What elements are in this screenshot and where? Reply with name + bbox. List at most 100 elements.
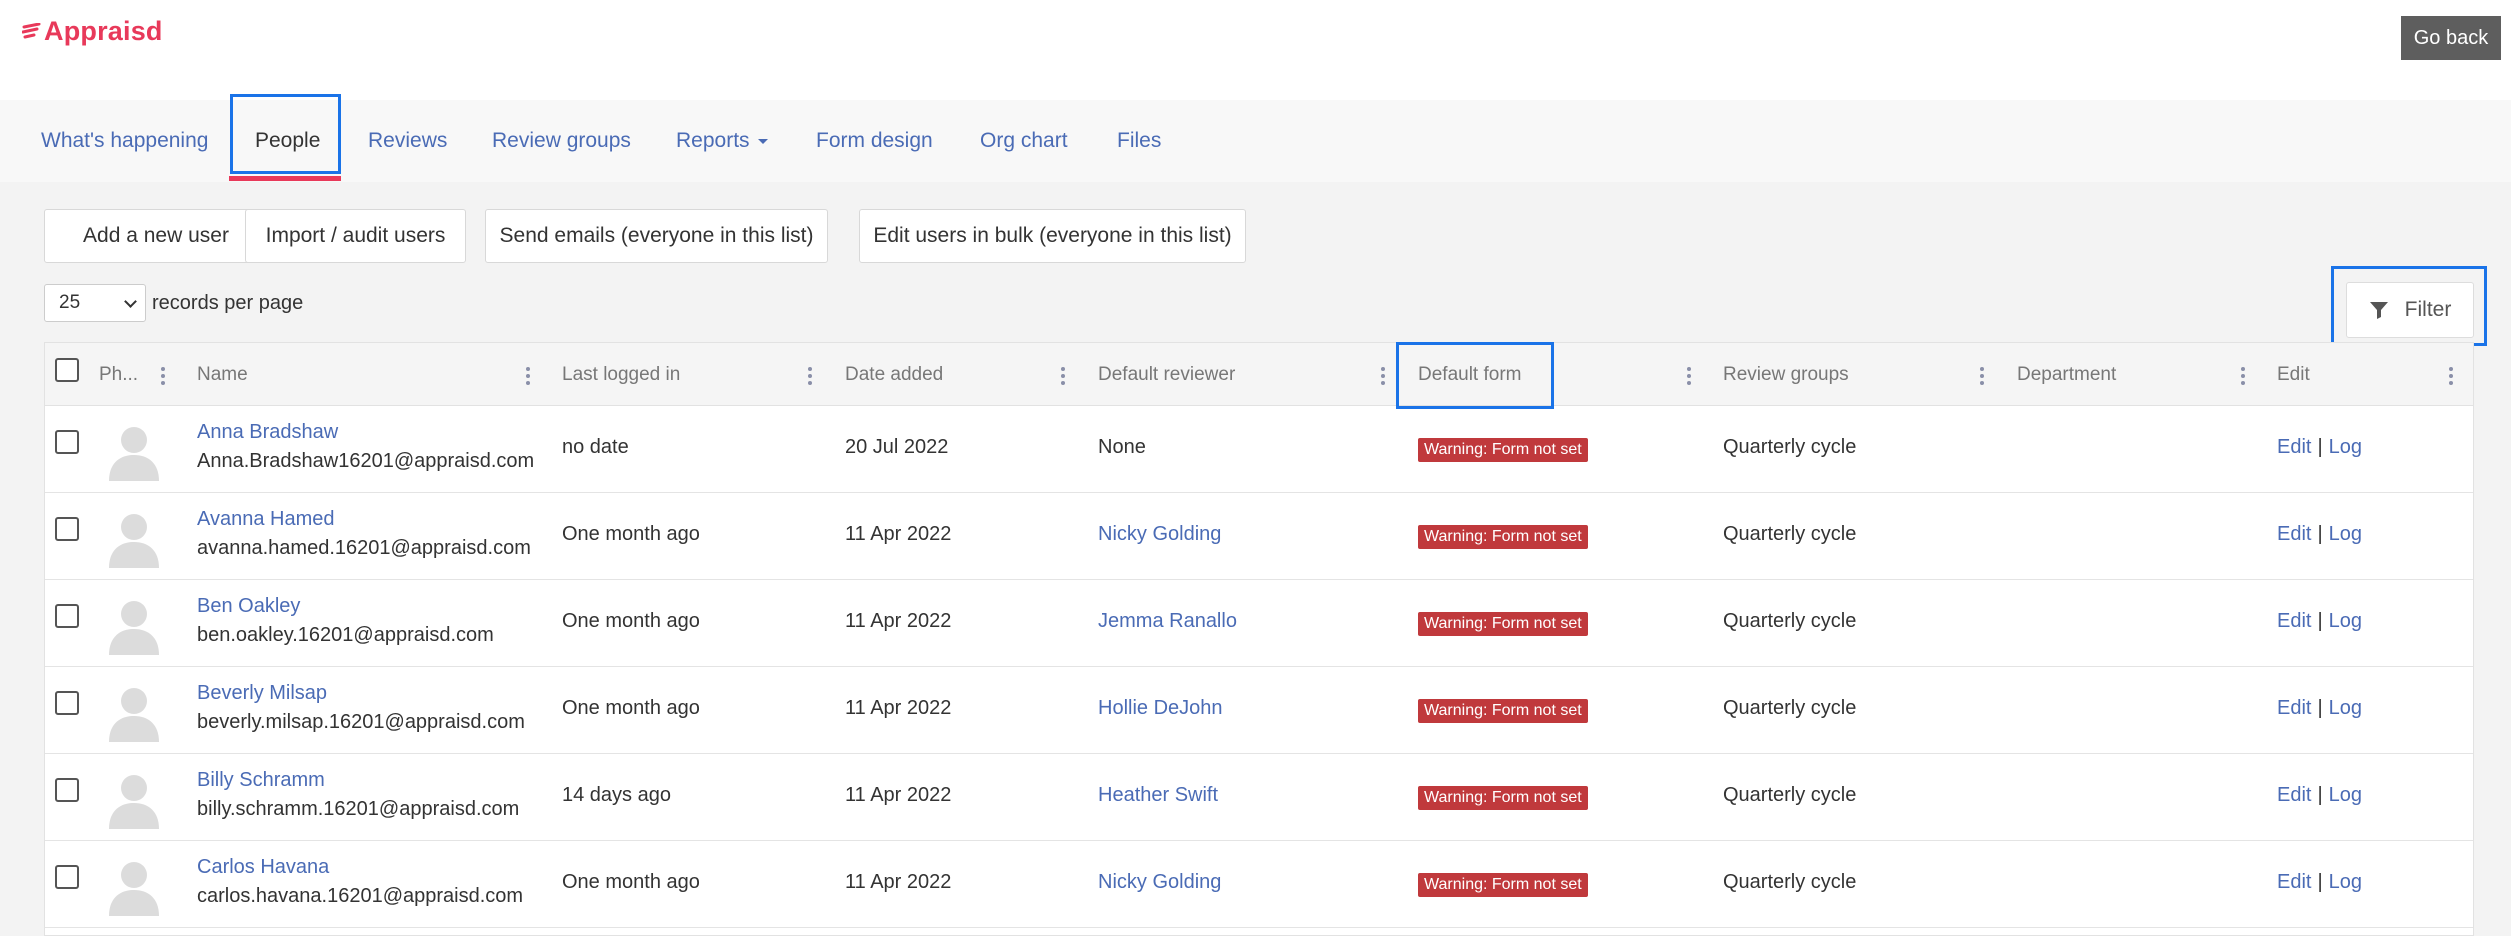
people-page: Add a new user Import / audit users Send… bbox=[0, 182, 2511, 936]
records-per-page-label: records per page bbox=[152, 292, 304, 314]
view-log-link[interactable]: Log bbox=[2329, 523, 2362, 545]
nav-review-groups[interactable]: Review groups bbox=[492, 100, 631, 182]
nav-whats-happening[interactable]: What's happening bbox=[41, 100, 208, 182]
user-name-link[interactable]: Avanna Hamed bbox=[197, 508, 335, 531]
column-menu-edit-icon[interactable] bbox=[2449, 367, 2453, 385]
column-header-photo[interactable]: Ph... bbox=[99, 343, 138, 406]
table-row: Anna Bradshaw Anna.Bradshaw16201@apprais… bbox=[45, 406, 2473, 493]
view-log-link[interactable]: Log bbox=[2329, 871, 2362, 893]
user-email: carlos.havana.16201@appraisd.com bbox=[197, 885, 524, 907]
main-nav: What's happening People Reviews Review g… bbox=[0, 100, 2511, 182]
edit-user-link[interactable]: Edit bbox=[2277, 697, 2311, 719]
avatar-placeholder-icon bbox=[109, 514, 159, 568]
column-menu-photo-icon[interactable] bbox=[161, 367, 165, 385]
user-name-link[interactable]: Beverly Milsap bbox=[197, 682, 327, 705]
view-log-link[interactable]: Log bbox=[2329, 784, 2362, 806]
row-checkbox[interactable] bbox=[55, 691, 79, 715]
row-actions: Edit | Log bbox=[2277, 610, 2362, 633]
edit-user-link[interactable]: Edit bbox=[2277, 610, 2311, 632]
column-menu-last-logged-in-icon[interactable] bbox=[808, 367, 812, 385]
nav-people[interactable]: People bbox=[255, 100, 320, 182]
records-per-page-select[interactable]: 25 bbox=[44, 284, 146, 322]
form-not-set-warning-badge: Warning: Form not set bbox=[1418, 438, 1588, 462]
table-row: Beverly Milsap beverly.milsap.16201@appr… bbox=[45, 667, 2473, 754]
row-actions: Edit | Log bbox=[2277, 697, 2362, 720]
edit-bulk-button[interactable]: Edit users in bulk (everyone in this lis… bbox=[859, 209, 1246, 263]
action-separator: | bbox=[2317, 523, 2323, 545]
column-menu-department-icon[interactable] bbox=[2241, 367, 2245, 385]
default-reviewer-link[interactable]: Nicky Golding bbox=[1098, 523, 1221, 546]
nav-files[interactable]: Files bbox=[1117, 100, 1161, 182]
chevron-down-icon bbox=[124, 295, 137, 308]
view-log-link[interactable]: Log bbox=[2329, 610, 2362, 632]
date-added-value: 20 Jul 2022 bbox=[845, 436, 949, 458]
column-header-date-added[interactable]: Date added bbox=[845, 343, 943, 406]
user-name-link[interactable]: Anna Bradshaw bbox=[197, 421, 338, 444]
user-name-link[interactable]: Carlos Havana bbox=[197, 856, 329, 879]
view-log-link[interactable]: Log bbox=[2329, 697, 2362, 719]
form-not-set-warning-badge: Warning: Form not set bbox=[1418, 525, 1588, 549]
row-actions: Edit | Log bbox=[2277, 784, 2362, 807]
column-header-default-reviewer[interactable]: Default reviewer bbox=[1098, 343, 1235, 406]
row-checkbox[interactable] bbox=[55, 865, 79, 889]
column-header-edit[interactable]: Edit bbox=[2277, 343, 2310, 406]
view-log-link[interactable]: Log bbox=[2329, 436, 2362, 458]
users-table: Ph... Name Last logged in Date added Def… bbox=[44, 342, 2474, 936]
review-groups-value: Quarterly cycle bbox=[1723, 523, 1857, 545]
last-logged-in-value: One month ago bbox=[562, 610, 700, 632]
review-groups-value: Quarterly cycle bbox=[1723, 784, 1857, 806]
table-row: Avanna Hamed avanna.hamed.16201@appraisd… bbox=[45, 493, 2473, 580]
edit-user-link[interactable]: Edit bbox=[2277, 784, 2311, 806]
table-row: Billy Schramm billy.schramm.16201@apprai… bbox=[45, 754, 2473, 841]
default-reviewer-link[interactable]: Heather Swift bbox=[1098, 784, 1218, 807]
add-user-button[interactable]: Add a new user bbox=[44, 209, 268, 263]
nav-reports[interactable]: Reports bbox=[676, 100, 768, 182]
action-separator: | bbox=[2317, 610, 2323, 632]
column-header-last-logged-in[interactable]: Last logged in bbox=[562, 343, 680, 406]
go-back-button[interactable]: Go back bbox=[2401, 16, 2501, 60]
column-menu-date-added-icon[interactable] bbox=[1061, 367, 1065, 385]
nav-org-chart[interactable]: Org chart bbox=[980, 100, 1068, 182]
user-email: avanna.hamed.16201@appraisd.com bbox=[197, 537, 531, 559]
column-menu-review-groups-icon[interactable] bbox=[1980, 367, 1984, 385]
review-groups-value: Quarterly cycle bbox=[1723, 436, 1857, 458]
last-logged-in-value: One month ago bbox=[562, 871, 700, 893]
review-groups-value: Quarterly cycle bbox=[1723, 871, 1857, 893]
nav-form-design[interactable]: Form design bbox=[816, 100, 933, 182]
app-logo[interactable]: Appraisd bbox=[22, 16, 163, 47]
user-name-link[interactable]: Billy Schramm bbox=[197, 769, 325, 792]
user-email: billy.schramm.16201@appraisd.com bbox=[197, 798, 520, 820]
column-header-name[interactable]: Name bbox=[197, 343, 248, 406]
action-separator: | bbox=[2317, 697, 2323, 719]
nav-reviews[interactable]: Reviews bbox=[368, 100, 447, 182]
default-reviewer-link[interactable]: Jemma Ranallo bbox=[1098, 610, 1237, 633]
user-name-link[interactable]: Ben Oakley bbox=[197, 595, 300, 618]
select-all-checkbox[interactable] bbox=[55, 358, 79, 382]
send-emails-button[interactable]: Send emails (everyone in this list) bbox=[485, 209, 828, 263]
row-checkbox[interactable] bbox=[55, 430, 79, 454]
appraisd-logo-icon bbox=[22, 22, 41, 38]
column-header-department[interactable]: Department bbox=[2017, 343, 2116, 406]
avatar-placeholder-icon bbox=[109, 427, 159, 481]
row-actions: Edit | Log bbox=[2277, 523, 2362, 546]
default-reviewer-link[interactable]: Nicky Golding bbox=[1098, 871, 1221, 894]
user-email: beverly.milsap.16201@appraisd.com bbox=[197, 711, 525, 733]
user-email: ben.oakley.16201@appraisd.com bbox=[197, 624, 494, 646]
column-menu-default-reviewer-icon[interactable] bbox=[1381, 367, 1385, 385]
last-logged-in-value: 14 days ago bbox=[562, 784, 671, 806]
edit-user-link[interactable]: Edit bbox=[2277, 871, 2311, 893]
column-header-review-groups[interactable]: Review groups bbox=[1723, 343, 1849, 406]
logo-text: Appraisd bbox=[44, 16, 163, 46]
edit-user-link[interactable]: Edit bbox=[2277, 436, 2311, 458]
date-added-value: 11 Apr 2022 bbox=[845, 523, 952, 545]
default-reviewer-link[interactable]: Hollie DeJohn bbox=[1098, 697, 1223, 720]
edit-user-link[interactable]: Edit bbox=[2277, 523, 2311, 545]
column-header-default-form[interactable]: Default form bbox=[1418, 343, 1521, 406]
column-menu-name-icon[interactable] bbox=[526, 367, 530, 385]
filter-button[interactable]: Filter bbox=[2346, 282, 2474, 338]
row-checkbox[interactable] bbox=[55, 778, 79, 802]
column-menu-default-form-icon[interactable] bbox=[1687, 367, 1691, 385]
row-checkbox[interactable] bbox=[55, 517, 79, 541]
import-audit-button[interactable]: Import / audit users bbox=[245, 209, 466, 263]
row-checkbox[interactable] bbox=[55, 604, 79, 628]
